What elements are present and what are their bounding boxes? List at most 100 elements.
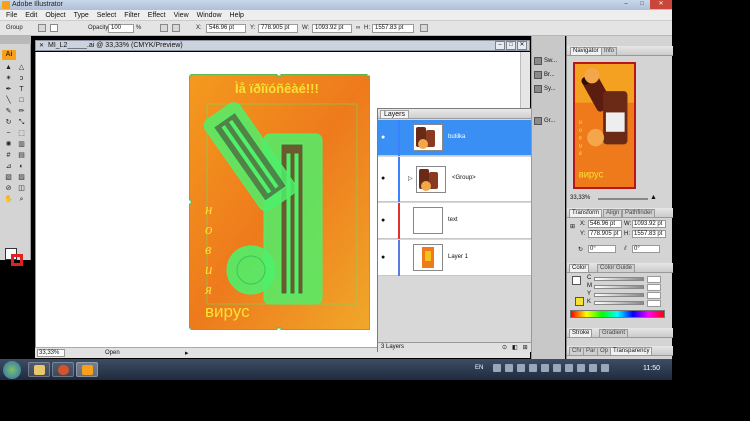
fill-stroke-swatches[interactable] [5,248,25,268]
line-tool-icon[interactable]: ╲ [3,96,14,106]
transform-w-field[interactable]: 1093.92 pt [632,220,666,228]
tray-app-icon[interactable] [529,364,537,372]
selection-handle[interactable] [189,327,192,330]
close-button[interactable]: ✕ [650,0,672,9]
menu-file[interactable]: File [2,12,21,19]
dock-swatches[interactable]: Sw... [534,54,564,67]
layer-row-butilka[interactable]: ● butilka ◉ [378,120,546,156]
doc-minimize-button[interactable]: – [495,41,505,50]
dock-symbols[interactable]: Sy... [534,82,564,95]
visibility-eye-icon[interactable]: ● [381,175,385,182]
symbol-sprayer-tool-icon[interactable]: ✺ [3,140,14,150]
tray-app-icon[interactable] [565,364,573,372]
navigator-zoom-slider[interactable] [598,198,648,200]
tab-color-guide[interactable]: Color Guide [597,264,636,273]
rotate-field[interactable]: 0° [588,245,616,253]
h-field[interactable]: 1557.83 pt [372,24,414,33]
channel-c-field[interactable] [647,276,661,283]
graph-tool-icon[interactable]: ▥ [16,140,27,150]
menu-view[interactable]: View [170,12,193,19]
document-tab[interactable]: ✕ MI_L2_____.ai @ 33,33% (CMYK/Preview) … [35,40,530,51]
visibility-eye-icon[interactable]: ● [381,134,385,141]
warp-tool-icon[interactable]: ~ [3,129,14,139]
menu-filter[interactable]: Filter [120,12,144,19]
type-tool-icon[interactable]: T [16,85,27,95]
mesh-tool-icon[interactable]: # [3,151,14,161]
pencil-tool-icon[interactable]: ✏ [16,107,27,117]
tab-align[interactable]: Align [603,209,623,218]
menu-type[interactable]: Type [70,12,93,19]
constrain-link-icon[interactable]: ∞ [356,25,360,31]
color-spectrum-bar[interactable] [570,310,665,318]
clock[interactable]: 11:50 [643,365,660,372]
slice-tool-icon[interactable]: ⊘ [3,184,14,194]
visibility-eye-icon[interactable]: ● [381,217,385,224]
tray-network-icon[interactable] [589,364,597,372]
scale-tool-icon[interactable]: ⤡ [16,118,27,128]
taskbar-explorer-button[interactable] [28,362,50,377]
align-center-icon[interactable] [172,24,180,32]
fill-swatch-icon[interactable] [50,24,58,32]
opacity-field[interactable]: 100 [108,24,134,33]
direct-selection-tool-icon[interactable]: △ [16,63,27,73]
stroke-swatch-icon[interactable] [38,24,46,32]
zoom-level-field[interactable]: 33,33% [37,349,65,357]
navigator-preview[interactable]: н о в и я вирус [573,62,636,189]
visibility-eye-icon[interactable]: ● [381,254,385,261]
menu-object[interactable]: Object [41,12,69,19]
tray-app-icon[interactable] [577,364,585,372]
gradient-tool-icon[interactable]: ▤ [16,151,27,161]
layer-row-group[interactable]: ● ▷ <Group> ◎ [378,157,546,202]
shear-field[interactable]: 0° [632,245,660,253]
tab-info[interactable]: Info [601,47,618,56]
layer-row-text[interactable]: ● text ○ [378,203,546,239]
doc-maximize-button[interactable]: □ [506,41,516,50]
channel-k-slider[interactable] [594,301,644,305]
language-indicator[interactable]: EN [475,365,483,371]
minimize-button[interactable]: – [618,0,634,9]
tray-app-icon[interactable] [541,364,549,372]
eyedropper-tool-icon[interactable]: ⊿ [3,162,14,172]
panel-menu-icon[interactable] [420,24,428,32]
align-icon[interactable] [160,24,168,32]
w-field[interactable]: 1093.92 pt [312,24,352,33]
tray-app-icon[interactable] [553,364,561,372]
menu-effect[interactable]: Effect [144,12,170,19]
close-document-icon[interactable]: ✕ [39,42,44,49]
channel-m-slider[interactable] [594,285,644,289]
status-menu-icon[interactable]: ▸ [185,349,189,357]
start-button[interactable] [3,361,21,379]
menu-help[interactable]: Help [226,12,248,19]
color-fill-swatch[interactable] [572,276,581,285]
tab-stroke[interactable]: Stroke [569,329,593,338]
artboard[interactable]: Ìå ïðîïóñêàé!!! н о в и я вирус [189,74,370,330]
channel-m-field[interactable] [647,284,661,291]
y-field[interactable]: 778.905 pt [258,24,298,33]
menu-edit[interactable]: Edit [21,12,41,19]
reference-point-icon[interactable]: ⊞ [570,223,575,230]
navigator-zoom-value[interactable]: 33,33% [570,195,590,201]
tray-app-icon[interactable] [517,364,525,372]
selection-handle[interactable] [366,74,370,77]
expand-arrow-icon[interactable]: ▷ [408,175,413,182]
doc-close-button[interactable]: ✕ [517,41,527,50]
selection-handle[interactable] [189,74,192,77]
live-paint-tool-icon[interactable]: ▧ [3,173,14,183]
paintbrush-tool-icon[interactable]: ✎ [3,107,14,117]
dock-graphic-styles[interactable]: Gr... [534,114,564,127]
menu-window[interactable]: Window [193,12,226,19]
tray-volume-icon[interactable] [601,364,609,372]
channel-k-field[interactable] [647,300,661,307]
selection-tool-icon[interactable]: ▲ [3,63,14,73]
rectangle-tool-icon[interactable]: □ [16,96,27,106]
transform-y-field[interactable]: 778.905 pt [588,230,622,238]
selection-handle[interactable] [189,199,192,205]
selection-handle[interactable] [276,74,282,77]
taskbar-browser-button[interactable] [52,362,74,377]
transform-x-field[interactable]: 546.96 pt [588,220,622,228]
pen-tool-icon[interactable]: ✒ [3,85,14,95]
stroke-swatch[interactable] [11,254,23,266]
magic-wand-tool-icon[interactable]: ✶ [3,74,14,84]
tab-gradient[interactable]: Gradient [599,329,629,338]
tab-transparency[interactable]: Transparency [610,347,653,356]
